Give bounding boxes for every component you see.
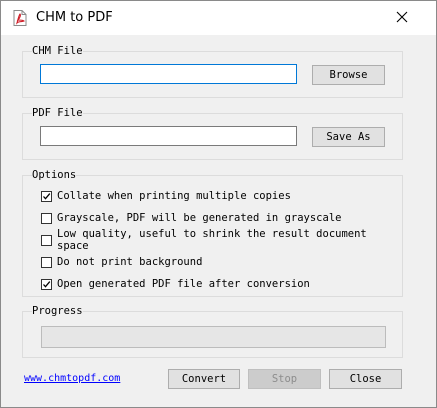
chm-file-input[interactable] <box>41 65 296 83</box>
options-label: Options <box>32 169 77 182</box>
app-icon <box>13 10 27 26</box>
pdf-file-label: PDF File <box>32 107 83 120</box>
open-after-label: Open generated PDF file after conversion <box>57 278 310 290</box>
low-quality-checkbox[interactable] <box>41 234 52 246</box>
collate-label: Collate when printing multiple copies <box>57 190 291 202</box>
option-low-quality[interactable]: Low quality, useful to shrink the result… <box>41 228 402 252</box>
no-background-checkbox[interactable] <box>41 256 52 268</box>
option-collate[interactable]: Collate when printing multiple copies <box>41 189 291 203</box>
window-close-button[interactable] <box>390 6 414 30</box>
chm-file-group: CHM File Browse <box>22 45 403 98</box>
option-open-after[interactable]: Open generated PDF file after conversion <box>41 277 310 291</box>
stop-button[interactable]: Stop <box>248 369 321 389</box>
chm-file-field-box <box>40 64 297 84</box>
close-icon <box>396 11 408 26</box>
website-link[interactable]: www.chmtopdf.com <box>24 373 120 384</box>
window-title: CHM to PDF <box>36 10 113 25</box>
open-after-checkbox[interactable] <box>41 278 52 290</box>
pdf-file-input[interactable] <box>41 127 296 145</box>
progress-group: Progress <box>22 305 403 358</box>
progress-bar <box>41 326 386 348</box>
save-as-button[interactable]: Save As <box>312 127 385 147</box>
grayscale-checkbox[interactable] <box>41 212 52 224</box>
option-grayscale[interactable]: Grayscale, PDF will be generated in gray… <box>41 211 341 225</box>
chm-to-pdf-window: CHM to PDF CHM File Browse PDF File Save… <box>0 0 437 408</box>
progress-label: Progress <box>32 305 83 318</box>
browse-button[interactable]: Browse <box>312 65 385 85</box>
chm-file-label: CHM File <box>32 45 83 58</box>
title-bar[interactable]: CHM to PDF <box>1 1 436 35</box>
close-button[interactable]: Close <box>329 369 402 389</box>
pdf-file-field-box <box>40 126 297 146</box>
collate-checkbox[interactable] <box>41 190 52 202</box>
grayscale-label: Grayscale, PDF will be generated in gray… <box>57 212 342 224</box>
pdf-file-group: PDF File Save As <box>22 107 403 160</box>
low-quality-label: Low quality, useful to shrink the result… <box>57 228 367 252</box>
options-group: Options Collate when printing multiple c… <box>22 169 403 297</box>
no-background-label: Do not print background <box>57 256 203 268</box>
option-no-background[interactable]: Do not print background <box>41 255 202 269</box>
convert-button[interactable]: Convert <box>168 369 240 389</box>
